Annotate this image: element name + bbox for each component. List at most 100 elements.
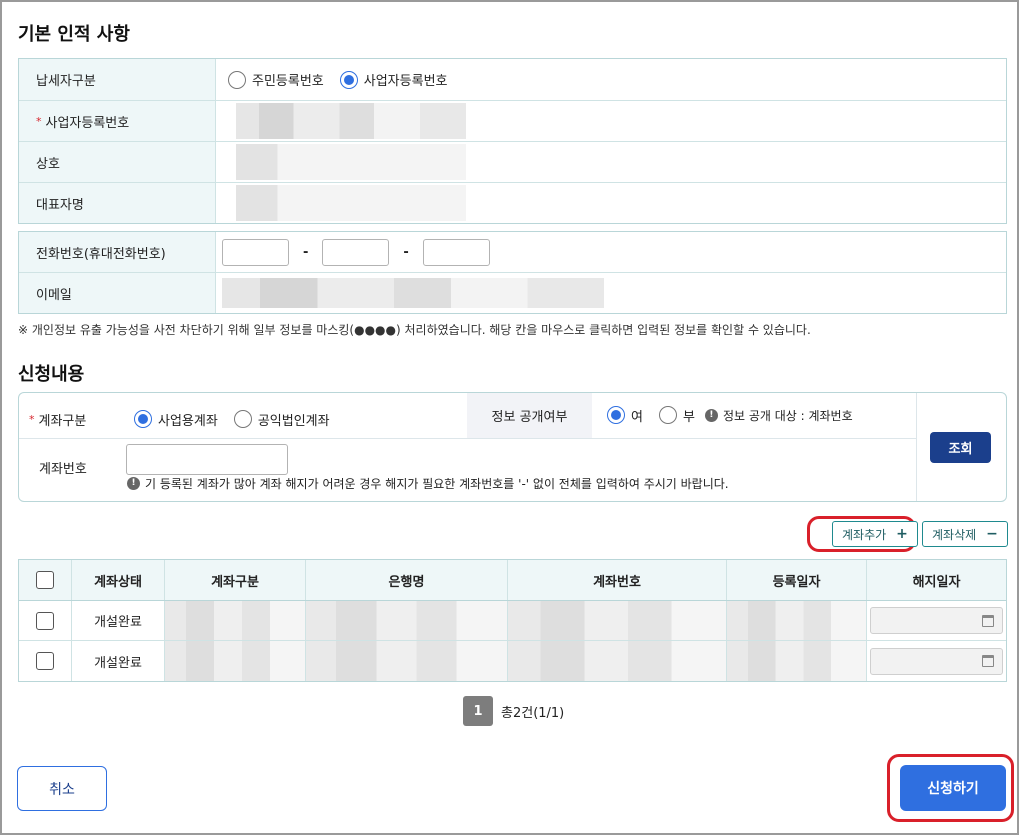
phone-part-3-input[interactable]: [422, 238, 490, 266]
disclosure-options: 여 부 ! 정보 공개 대상 : 계좌번호: [607, 399, 853, 431]
bank-name-cell: [306, 601, 508, 640]
submit-button[interactable]: 신청하기: [900, 765, 1006, 811]
account-type-cell: [165, 601, 306, 640]
business-no-label: * 사업자등록번호: [19, 101, 216, 141]
close-date-input[interactable]: [870, 607, 1003, 634]
taxpayer-type-row: 납세자구분 주민등록번호 사업자등록번호: [19, 59, 1006, 101]
reg-date-cell: [727, 641, 867, 681]
masked-value: [508, 641, 726, 681]
close-date-input[interactable]: [870, 647, 1003, 675]
masked-value: [727, 601, 866, 640]
phone-part-1-input[interactable]: [222, 238, 289, 266]
basic-info-title: 기본 인적 사항: [18, 24, 130, 45]
apply-title: 신청내용: [18, 364, 85, 385]
column-header: 등록일자: [727, 560, 867, 600]
divider: [19, 438, 917, 439]
account-type-cell: [165, 641, 306, 681]
account-type-label-text: 계좌구분: [38, 413, 87, 429]
phone-dash: -: [403, 244, 409, 260]
taxpayer-type-label: 납세자구분: [19, 59, 216, 100]
radio-label: 부: [682, 409, 695, 425]
row-select-cell: [19, 641, 72, 681]
column-header: 은행명: [306, 560, 508, 600]
radio-circle: [658, 406, 677, 424]
email-row: 이메일: [19, 273, 1006, 313]
row-checkbox[interactable]: [36, 611, 54, 630]
divider: [916, 393, 917, 501]
disclosure-info: 정보 공개 대상 : 계좌번호: [722, 408, 853, 423]
radio-disclose-yes[interactable]: 여: [607, 406, 643, 425]
plus-icon: +: [896, 526, 908, 542]
radio-disclose-no[interactable]: 부: [658, 406, 695, 425]
account-no-hint: ! 기 등록된 계좌가 많아 계좌 해지가 어려운 경우 해지가 필요한 계좌번…: [127, 474, 729, 492]
select-all-cell: [19, 560, 72, 600]
radio-circle-selected: [607, 406, 625, 424]
masked-value: [236, 144, 466, 180]
search-button[interactable]: 조회: [930, 432, 991, 463]
company-label: 상호: [19, 142, 216, 182]
add-account-button[interactable]: 계좌추가 +: [832, 521, 918, 547]
account-no-hint-text: 기 등록된 계좌가 많아 계좌 해지가 어려운 경우 해지가 필요한 계좌번호를…: [145, 476, 729, 491]
table-row[interactable]: 개설완료: [19, 601, 1006, 641]
table-row[interactable]: 개설완료: [19, 641, 1006, 681]
contact-table: 전화번호(휴대전화번호) - - 이메일: [18, 231, 1007, 314]
required-mark: *: [36, 114, 42, 128]
account-no-cell: [508, 601, 727, 640]
phone-part-2-input[interactable]: [322, 238, 390, 266]
masked-value: [236, 185, 466, 221]
account-type-options: 사업용계좌 공익법인계좌: [134, 403, 346, 435]
reg-date-cell: [727, 601, 867, 640]
taxpayer-type-options: 주민등록번호 사업자등록번호: [216, 59, 1006, 100]
radio-label: 사업용계좌: [158, 413, 218, 429]
company-value[interactable]: [216, 142, 1006, 182]
ceo-label: 대표자명: [19, 183, 216, 223]
select-all-checkbox[interactable]: [36, 571, 54, 589]
pagination: 1 총2건(1/1): [463, 696, 564, 726]
radio-resident-no[interactable]: 주민등록번호: [228, 70, 324, 89]
bank-name-cell: [306, 641, 508, 681]
info-icon: !: [127, 476, 140, 490]
masked-value: [306, 601, 507, 640]
business-no-value[interactable]: [216, 101, 1006, 141]
row-select-cell: [19, 601, 72, 640]
row-checkbox[interactable]: [36, 652, 54, 670]
masked-value: [236, 103, 466, 139]
account-table: 계좌상태 계좌구분 은행명 계좌번호 등록일자 해지일자 개설완료 개설완료: [18, 559, 1007, 682]
column-header: 계좌구분: [165, 560, 306, 600]
cancel-button[interactable]: 취소: [17, 766, 107, 811]
phone-dash: -: [303, 244, 309, 260]
company-row: 상호: [19, 142, 1006, 183]
page-button-current[interactable]: 1: [463, 696, 493, 726]
minus-icon: −: [986, 526, 998, 542]
masked-value: [727, 641, 866, 681]
radio-circle: [233, 410, 252, 428]
business-no-label-text: 사업자등록번호: [45, 115, 130, 131]
apply-form: * 계좌구분 사업용계좌 공익법인계좌 정보 공개여부 여 부 ! 정보 공개 …: [18, 392, 1007, 502]
required-mark: *: [29, 412, 35, 426]
account-no-input[interactable]: [126, 444, 288, 475]
calendar-icon[interactable]: [982, 655, 994, 667]
pagination-total: 총2건(1/1): [501, 705, 565, 721]
basic-info-table: 납세자구분 주민등록번호 사업자등록번호 * 사업자등록번호 상호 대표자명: [18, 58, 1007, 224]
disclosure-label: 정보 공개여부: [467, 393, 592, 438]
radio-business-no[interactable]: 사업자등록번호: [339, 70, 448, 89]
ceo-row: 대표자명: [19, 183, 1006, 223]
masked-value: [222, 278, 604, 308]
radio-circle: [228, 70, 246, 89]
masked-value: [165, 641, 305, 681]
masked-value: [508, 601, 726, 640]
delete-account-button[interactable]: 계좌삭제 −: [922, 521, 1008, 547]
radio-label: 사업자등록번호: [363, 74, 448, 89]
radio-public-corp-account[interactable]: 공익법인계좌: [233, 410, 330, 429]
radio-business-account[interactable]: 사업용계좌: [134, 410, 218, 429]
masking-notice: ※ 개인정보 유출 가능성을 사전 차단하기 위해 일부 정보를 마스킹(●●●…: [18, 323, 811, 337]
email-value[interactable]: [216, 273, 1006, 313]
calendar-icon[interactable]: [982, 614, 994, 627]
radio-circle-selected: [339, 70, 358, 89]
ceo-value[interactable]: [216, 183, 1006, 223]
business-no-row: * 사업자등록번호: [19, 101, 1006, 142]
account-no-label: 계좌번호: [39, 461, 87, 477]
info-icon: !: [704, 408, 718, 422]
masked-value: [306, 641, 507, 681]
add-account-label: 계좌추가: [842, 527, 887, 542]
